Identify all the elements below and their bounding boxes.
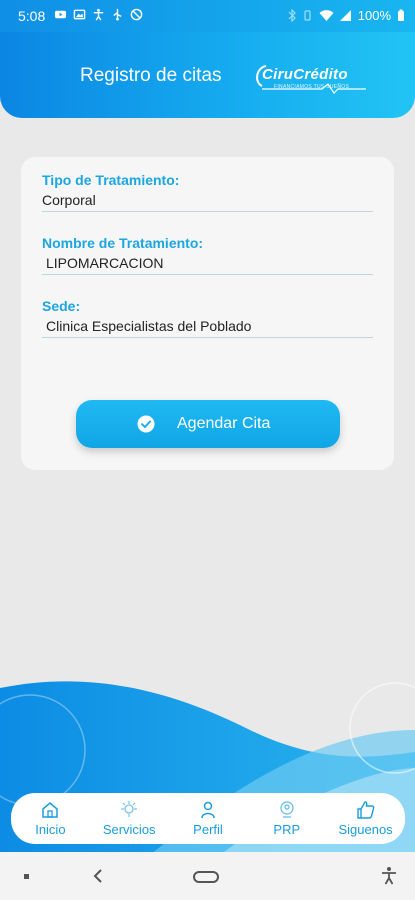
home-pill-icon[interactable] bbox=[193, 871, 219, 883]
location-field: Sede: Clinica Especialistas del Poblado bbox=[42, 298, 373, 338]
wifi-icon bbox=[319, 10, 334, 21]
treatment-type-field: Tipo de Tratamiento: Corporal bbox=[42, 172, 373, 212]
accessibility-icon bbox=[93, 8, 104, 21]
appointment-card: Tipo de Tratamiento: Corporal Nombre de … bbox=[21, 157, 394, 470]
system-status: 100% bbox=[288, 8, 405, 23]
nav-label-prp: PRP bbox=[273, 822, 301, 837]
nav-label-inicio: Inicio bbox=[35, 822, 66, 837]
battery-percent: 100% bbox=[357, 8, 391, 23]
youtube-icon bbox=[54, 10, 67, 19]
back-icon[interactable] bbox=[92, 868, 104, 884]
location-label: Sede: bbox=[42, 298, 81, 314]
bluetooth-icon bbox=[288, 9, 296, 22]
services-icon bbox=[121, 801, 138, 817]
brand-tagline: FINANCIAMOS TUS SUEÑOS bbox=[274, 84, 350, 90]
nosim-icon bbox=[130, 8, 143, 21]
page-title: Registro de citas bbox=[80, 65, 222, 86]
brand-logo: CiruCrédito FINANCIAMOS TUS SUEÑOS bbox=[252, 62, 368, 98]
schedule-appointment-label: Agendar Cita bbox=[177, 415, 271, 432]
bottom-navigation: Inicio Servicios Perfil PRP Siguenos bbox=[11, 793, 405, 844]
location-value[interactable]: Clinica Especialistas del Poblado bbox=[42, 318, 373, 338]
treatment-type-label: Tipo de Tratamiento: bbox=[42, 172, 180, 188]
app-header: Registro de citas CiruCrédito FINANCIAMO… bbox=[0, 32, 415, 118]
check-circle-icon bbox=[137, 415, 155, 433]
schedule-appointment-button[interactable]: Agendar Cita bbox=[76, 400, 340, 448]
nav-item-prp[interactable]: PRP bbox=[252, 800, 322, 837]
nav-item-inicio[interactable]: Inicio bbox=[15, 800, 85, 837]
home-icon bbox=[42, 802, 59, 818]
system-navigation-bar bbox=[0, 852, 415, 900]
brand-name: CiruCrédito bbox=[262, 66, 348, 83]
status-time: 5:08 bbox=[18, 8, 46, 24]
usb-icon bbox=[113, 8, 122, 21]
battery-icon bbox=[398, 9, 404, 21]
treatment-name-field: Nombre de Tratamiento: LIPOMARCACION bbox=[42, 235, 373, 275]
image-icon bbox=[73, 9, 86, 20]
signal-icon bbox=[339, 10, 351, 21]
prp-icon bbox=[280, 801, 294, 818]
treatment-type-value[interactable]: Corporal bbox=[42, 192, 373, 212]
nav-label-siguenos: Siguenos bbox=[338, 822, 393, 837]
treatment-name-value[interactable]: LIPOMARCACION bbox=[42, 255, 373, 275]
nav-item-perfil[interactable]: Perfil bbox=[173, 800, 243, 837]
vibrate-icon bbox=[304, 10, 311, 21]
status-bar: 5:08 100% bbox=[0, 0, 415, 32]
nav-item-servicios[interactable]: Servicios bbox=[94, 800, 164, 837]
user-icon bbox=[201, 801, 215, 819]
nav-label-perfil: Perfil bbox=[193, 822, 223, 837]
notification-icons bbox=[54, 8, 143, 21]
thumbs-up-icon bbox=[356, 801, 374, 819]
nav-label-servicios: Servicios bbox=[102, 822, 156, 837]
nav-item-siguenos[interactable]: Siguenos bbox=[331, 800, 401, 837]
treatment-name-label: Nombre de Tratamiento: bbox=[42, 235, 204, 251]
recent-apps-icon[interactable] bbox=[24, 874, 29, 879]
accessibility-button-icon[interactable] bbox=[380, 866, 398, 886]
